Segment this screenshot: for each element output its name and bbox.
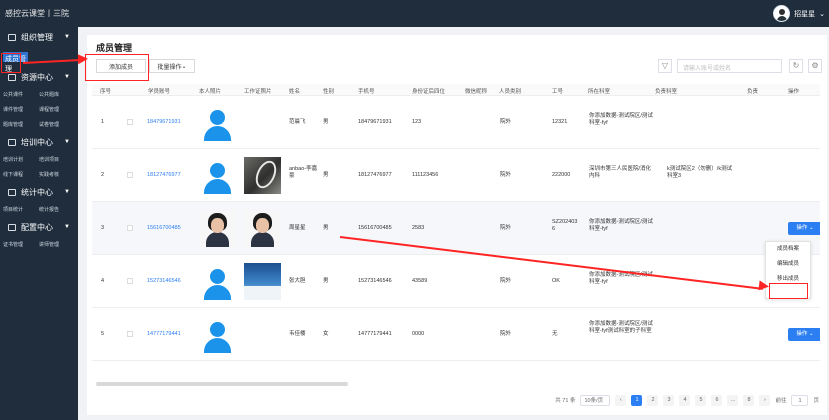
add-button-highlight-annotation <box>85 54 149 81</box>
annotation-arrowhead <box>758 280 770 292</box>
refresh-icon[interactable]: ↻ <box>789 59 803 73</box>
sidebar-group-training[interactable]: 培训中心 ▼ <box>0 132 78 152</box>
operation-button[interactable]: 操作 ⌄ <box>788 222 820 235</box>
row-checkbox[interactable] <box>127 172 133 178</box>
grid-icon <box>8 223 16 231</box>
sidebar-row[interactable]: 证书管理 讲师管理 <box>0 237 78 252</box>
pagination: 共 71 条 10条/页 ‹ 1 2 3 4 5 6 ... 8 › 前往 1 … <box>555 394 819 406</box>
page-button[interactable]: 8 <box>743 394 755 406</box>
row-checkbox[interactable] <box>127 278 133 284</box>
batch-action-button[interactable]: 批量操作 ⌄ <box>149 59 195 73</box>
face-icon <box>211 218 224 233</box>
user-avatar[interactable] <box>773 5 791 22</box>
page-title: 成员管理 <box>96 43 133 53</box>
sidebar-row[interactable]: 题库管理 试卷管理 <box>0 117 78 132</box>
chevron-down-icon: ▼ <box>64 139 70 145</box>
work-id-photo <box>244 157 281 194</box>
member-photo <box>199 316 236 353</box>
work-id-photo <box>244 210 281 247</box>
member-photo <box>199 210 236 247</box>
member-photo <box>199 104 236 141</box>
statistics-icon <box>8 188 16 196</box>
sidebar-row[interactable]: 公共课件 公共题库 <box>0 87 78 102</box>
training-icon <box>8 138 16 146</box>
edit-member-menu-item[interactable]: 编辑成员 <box>766 257 810 272</box>
user-name[interactable]: 招星星 <box>794 9 815 19</box>
page-unit: 页 <box>813 398 819 404</box>
organization-icon <box>8 33 16 41</box>
resource-icon <box>8 73 16 81</box>
total-count: 共 71 条 <box>555 398 576 404</box>
members-table: 序号 学员账号 本人照片 工作证照片 姓名 性别 手机号 身份证后四位 微信昵称… <box>92 84 820 378</box>
sidebar-row[interactable]: 课件管理 课程管理 <box>0 102 78 117</box>
chevron-down-icon: ⌄ <box>808 225 814 231</box>
chevron-down-icon: ▼ <box>64 74 70 80</box>
search-input[interactable]: 请输入账号或姓名 <box>677 59 782 73</box>
row-checkbox[interactable] <box>127 225 133 231</box>
chevron-down-icon: ▼ <box>64 224 70 230</box>
page-button[interactable]: 3 <box>663 394 675 406</box>
face-icon <box>256 218 269 233</box>
goto-page-input[interactable]: 1 <box>791 394 809 406</box>
sidebar: 组织管理 ▼ 成员管理 资源中心 ▼ 公共课件 公共题库 课件管理 课程管理 题库管理试… <box>0 27 78 420</box>
page-button[interactable]: 2 <box>647 394 659 406</box>
page-button[interactable]: 5 <box>695 394 707 406</box>
user-menu[interactable]: 招星星 ⌄ <box>773 5 825 22</box>
chevron-down-icon[interactable]: ⌄ <box>819 10 825 18</box>
sidebar-row[interactable]: 培训计划 培训项目 <box>0 152 78 167</box>
work-id-photo <box>244 263 281 300</box>
page-button[interactable]: 6 <box>711 394 723 406</box>
main-panel: 成员管理 添加成员 批量操作 ⌄ ▽ 请输入账号或姓名 ↻ ⚙ 序号 学员账号 本… <box>87 35 827 415</box>
top-bar: 感控云课堂丨三院 招星星 ⌄ <box>0 0 829 27</box>
goto-label: 前往 <box>775 398 787 404</box>
sidebar-group-configuration[interactable]: 配置中心 ▼ <box>0 217 78 237</box>
chevron-down-icon: ⌄ <box>181 63 187 70</box>
member-archive-menu-item[interactable]: 成员档案 <box>766 242 810 257</box>
operation-button[interactable]: 操作 ⌄ <box>788 328 820 341</box>
filter-icon[interactable]: ▽ <box>658 59 672 73</box>
sidebar-group-organization[interactable]: 组织管理 ▼ <box>0 27 78 47</box>
gear-icon[interactable]: ⚙ <box>808 59 822 73</box>
page-ellipsis[interactable]: ... <box>727 394 739 406</box>
table-row[interactable]: 5 14777179441 韦佳楼 女 14777179441 0000 院外 … <box>92 308 820 361</box>
sidebar-group-statistics[interactable]: 统计中心 ▼ <box>0 182 78 202</box>
next-page-icon[interactable]: › <box>759 394 771 406</box>
row-checkbox[interactable] <box>127 119 133 125</box>
table-row[interactable]: 1 18479671931 范晨飞 男 18479671931 123 院外 1… <box>92 96 820 149</box>
sidebar-row[interactable]: 线下课程 实践考核 <box>0 167 78 182</box>
annotation-arrowhead <box>77 53 89 65</box>
horizontal-scrollbar[interactable] <box>96 382 348 386</box>
chevron-down-icon: ▼ <box>64 189 70 195</box>
page-button[interactable]: 1 <box>631 394 643 406</box>
chevron-down-icon: ▼ <box>64 34 70 40</box>
sidebar-highlight-annotation <box>1 53 21 73</box>
table-header: 序号 学员账号 本人照片 工作证照片 姓名 性别 手机号 身份证后四位 微信昵称… <box>92 84 820 96</box>
page-button[interactable]: 4 <box>679 394 691 406</box>
table-row[interactable]: 2 18127476977 anbao-李嘉豪 男 18127476977 11… <box>92 149 820 202</box>
page-size-select[interactable]: 10条/页 <box>580 394 611 406</box>
remove-item-highlight-annotation <box>769 283 808 299</box>
app-brand: 感控云课堂丨三院 <box>5 9 69 18</box>
chevron-down-icon: ⌄ <box>808 331 814 337</box>
sidebar-row[interactable]: 项目统计 统计报告 <box>0 202 78 217</box>
member-photo <box>199 263 236 300</box>
row-checkbox[interactable] <box>127 331 133 337</box>
previous-page-icon[interactable]: ‹ <box>615 394 627 406</box>
member-photo <box>199 157 236 194</box>
table-row[interactable]: 3 15616700485 周星星 男 15616700485 2583 院外 … <box>92 202 820 255</box>
